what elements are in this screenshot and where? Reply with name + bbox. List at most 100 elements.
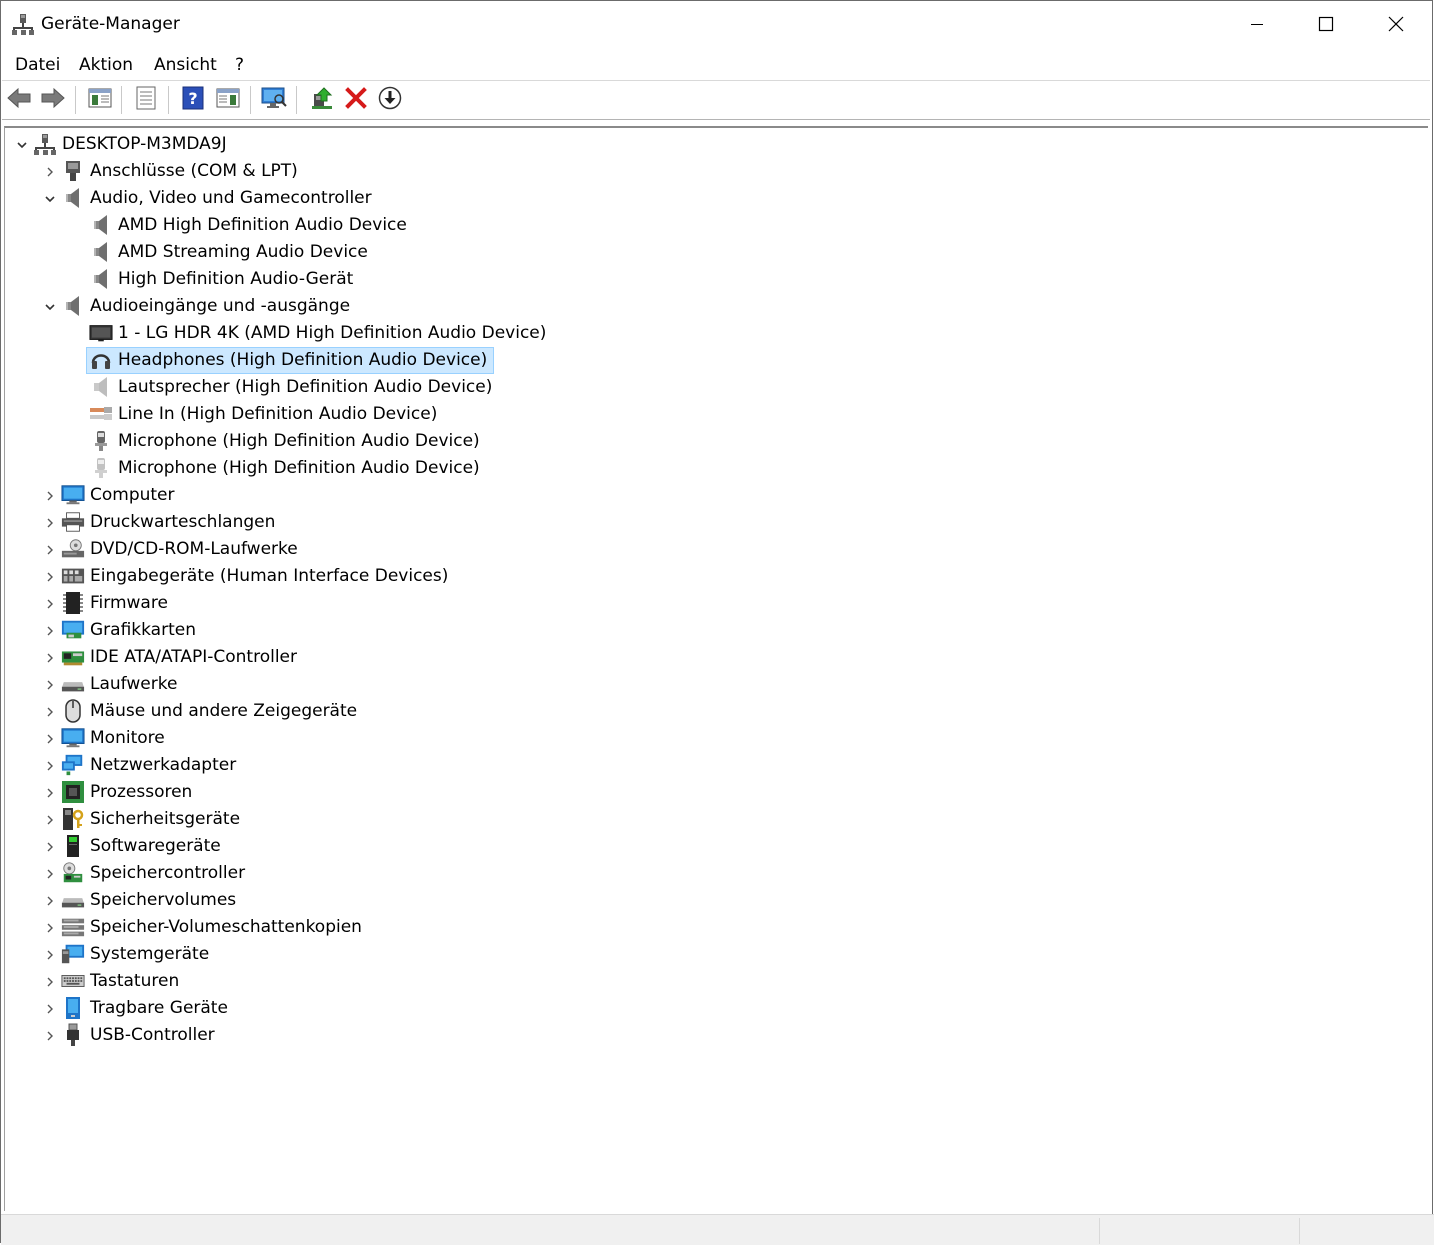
chevron-right-icon[interactable] [42,1001,58,1017]
tree-category-node[interactable]: Anschlüsse (COM & LPT) [5,158,1405,185]
tree-device-node[interactable]: High Definition Audio-Gerät [5,266,1405,293]
chevron-right-icon[interactable] [42,893,58,909]
network-icon [61,753,85,777]
tree-category-node[interactable]: Laufwerke [5,671,1405,698]
chevron-down-icon[interactable] [14,137,30,153]
menu-bar: Datei Aktion Ansicht ? [2,50,1430,81]
tree-item-label: Softwaregeräte [90,836,221,856]
tree-category-node[interactable]: USB-Controller [5,1022,1405,1049]
tree-item-label: DVD/CD-ROM-Laufwerke [90,539,298,559]
tree-category-node[interactable]: Computer [5,482,1405,509]
speaker-icon [61,186,85,210]
chevron-right-icon[interactable] [42,731,58,747]
drive-icon [61,888,85,912]
toolbar: ? [2,82,1430,120]
chevron-right-icon[interactable] [42,785,58,801]
close-button[interactable] [1361,1,1431,47]
tree-device-node[interactable]: Headphones (High Definition Audio Device… [5,347,1405,374]
tree-item-label: Microphone (High Definition Audio Device… [118,458,480,478]
tree-device-node[interactable]: AMD Streaming Audio Device [5,239,1405,266]
tree-device-node[interactable]: 1 - LG HDR 4K (AMD High Definition Audio… [5,320,1405,347]
tree-category-node[interactable]: Mäuse und andere Zeigegeräte [5,698,1405,725]
tree-category-node[interactable]: Netzwerkadapter [5,752,1405,779]
menu-help[interactable]: ? [235,55,244,75]
tree-category-node[interactable]: Prozessoren [5,779,1405,806]
chevron-right-icon[interactable] [42,974,58,990]
back-button[interactable] [5,86,33,114]
scan-hardware-button[interactable] [260,86,288,114]
tree-category-node[interactable]: Monitore [5,725,1405,752]
tree-category-node[interactable]: Sicherheitsgeräte [5,806,1405,833]
arrow-left-icon [6,87,32,113]
menu-datei[interactable]: Datei [15,55,60,75]
uninstall-device-button[interactable] [342,86,370,114]
chevron-right-icon[interactable] [42,704,58,720]
chevron-right-icon[interactable] [42,542,58,558]
minimize-button[interactable] [1222,1,1292,47]
help-button[interactable]: ? [179,86,207,114]
update-driver-button[interactable] [308,86,336,114]
maximize-button[interactable] [1291,1,1361,47]
chevron-right-icon[interactable] [42,623,58,639]
device-tree[interactable]: DESKTOP-M3MDA9J Anschlüsse (COM & LPT) Aud… [4,126,1428,1211]
chevron-right-icon[interactable] [42,488,58,504]
chevron-right-icon[interactable] [42,569,58,585]
tree-device-node[interactable]: Microphone (High Definition Audio Device… [5,455,1405,482]
chevron-down-icon[interactable] [42,299,58,315]
chevron-right-icon[interactable] [42,1028,58,1044]
maximize-icon [1318,16,1334,32]
tree-device-node[interactable]: Lautsprecher (High Definition Audio Devi… [5,374,1405,401]
hid-icon [61,564,85,588]
tree-category-node[interactable]: Firmware [5,590,1405,617]
tree-item-label: DESKTOP-M3MDA9J [62,134,227,154]
tree-category-node[interactable]: Speicher-Volumeschattenkopien [5,914,1405,941]
tree-item-label: Tastaturen [90,971,180,991]
tree-category-node[interactable]: Audioeingänge und -ausgänge [5,293,1405,320]
chevron-right-icon[interactable] [42,758,58,774]
microphone-light-icon [89,456,113,480]
chevron-right-icon[interactable] [42,947,58,963]
tree-device-node[interactable]: Microphone (High Definition Audio Device… [5,428,1405,455]
tree-category-node[interactable]: Tastaturen [5,968,1405,995]
menu-ansicht[interactable]: Ansicht [154,55,217,75]
chevron-right-icon[interactable] [42,515,58,531]
svg-text:?: ? [188,89,197,108]
tree-category-node[interactable]: Softwaregeräte [5,833,1405,860]
chevron-right-icon[interactable] [42,596,58,612]
chevron-right-icon[interactable] [42,677,58,693]
chip-icon [61,591,85,615]
chevron-right-icon[interactable] [42,866,58,882]
tree-item-label: Microphone (High Definition Audio Device… [118,431,480,451]
scan-monitor-icon [261,86,287,114]
action-pane-button[interactable] [214,86,242,114]
tree-category-node[interactable]: Druckwarteschlangen [5,509,1405,536]
chevron-right-icon[interactable] [42,164,58,180]
tree-category-node[interactable]: Systemgeräte [5,941,1405,968]
toolbar-separator [168,86,169,114]
chevron-right-icon[interactable] [42,650,58,666]
tree-item-label: Audio, Video und Gamecontroller [90,188,372,208]
tree-category-node[interactable]: Speichervolumes [5,887,1405,914]
tree-device-node[interactable]: Line In (High Definition Audio Device) [5,401,1405,428]
tree-root-node[interactable]: DESKTOP-M3MDA9J [5,131,1405,158]
forward-button[interactable] [39,86,67,114]
chevron-right-icon[interactable] [42,812,58,828]
tree-item-label: Firmware [90,593,168,613]
tree-category-node[interactable]: Tragbare Geräte [5,995,1405,1022]
properties-button[interactable] [132,86,160,114]
tree-category-node[interactable]: Audio, Video und Gamecontroller [5,185,1405,212]
chevron-right-icon[interactable] [42,839,58,855]
tree-category-node[interactable]: DVD/CD-ROM-Laufwerke [5,536,1405,563]
chevron-down-icon[interactable] [42,191,58,207]
tree-category-node[interactable]: Eingabegeräte (Human Interface Devices) [5,563,1405,590]
processor-icon [61,780,85,804]
disable-device-button[interactable] [376,86,404,114]
menu-aktion[interactable]: Aktion [79,55,133,75]
tree-category-node[interactable]: IDE ATA/ATAPI-Controller [5,644,1405,671]
tree-item-label: Eingabegeräte (Human Interface Devices) [90,566,449,586]
console-tree-button[interactable] [86,86,114,114]
tree-device-node[interactable]: AMD High Definition Audio Device [5,212,1405,239]
tree-category-node[interactable]: Speichercontroller [5,860,1405,887]
tree-category-node[interactable]: Grafikkarten [5,617,1405,644]
chevron-right-icon[interactable] [42,920,58,936]
